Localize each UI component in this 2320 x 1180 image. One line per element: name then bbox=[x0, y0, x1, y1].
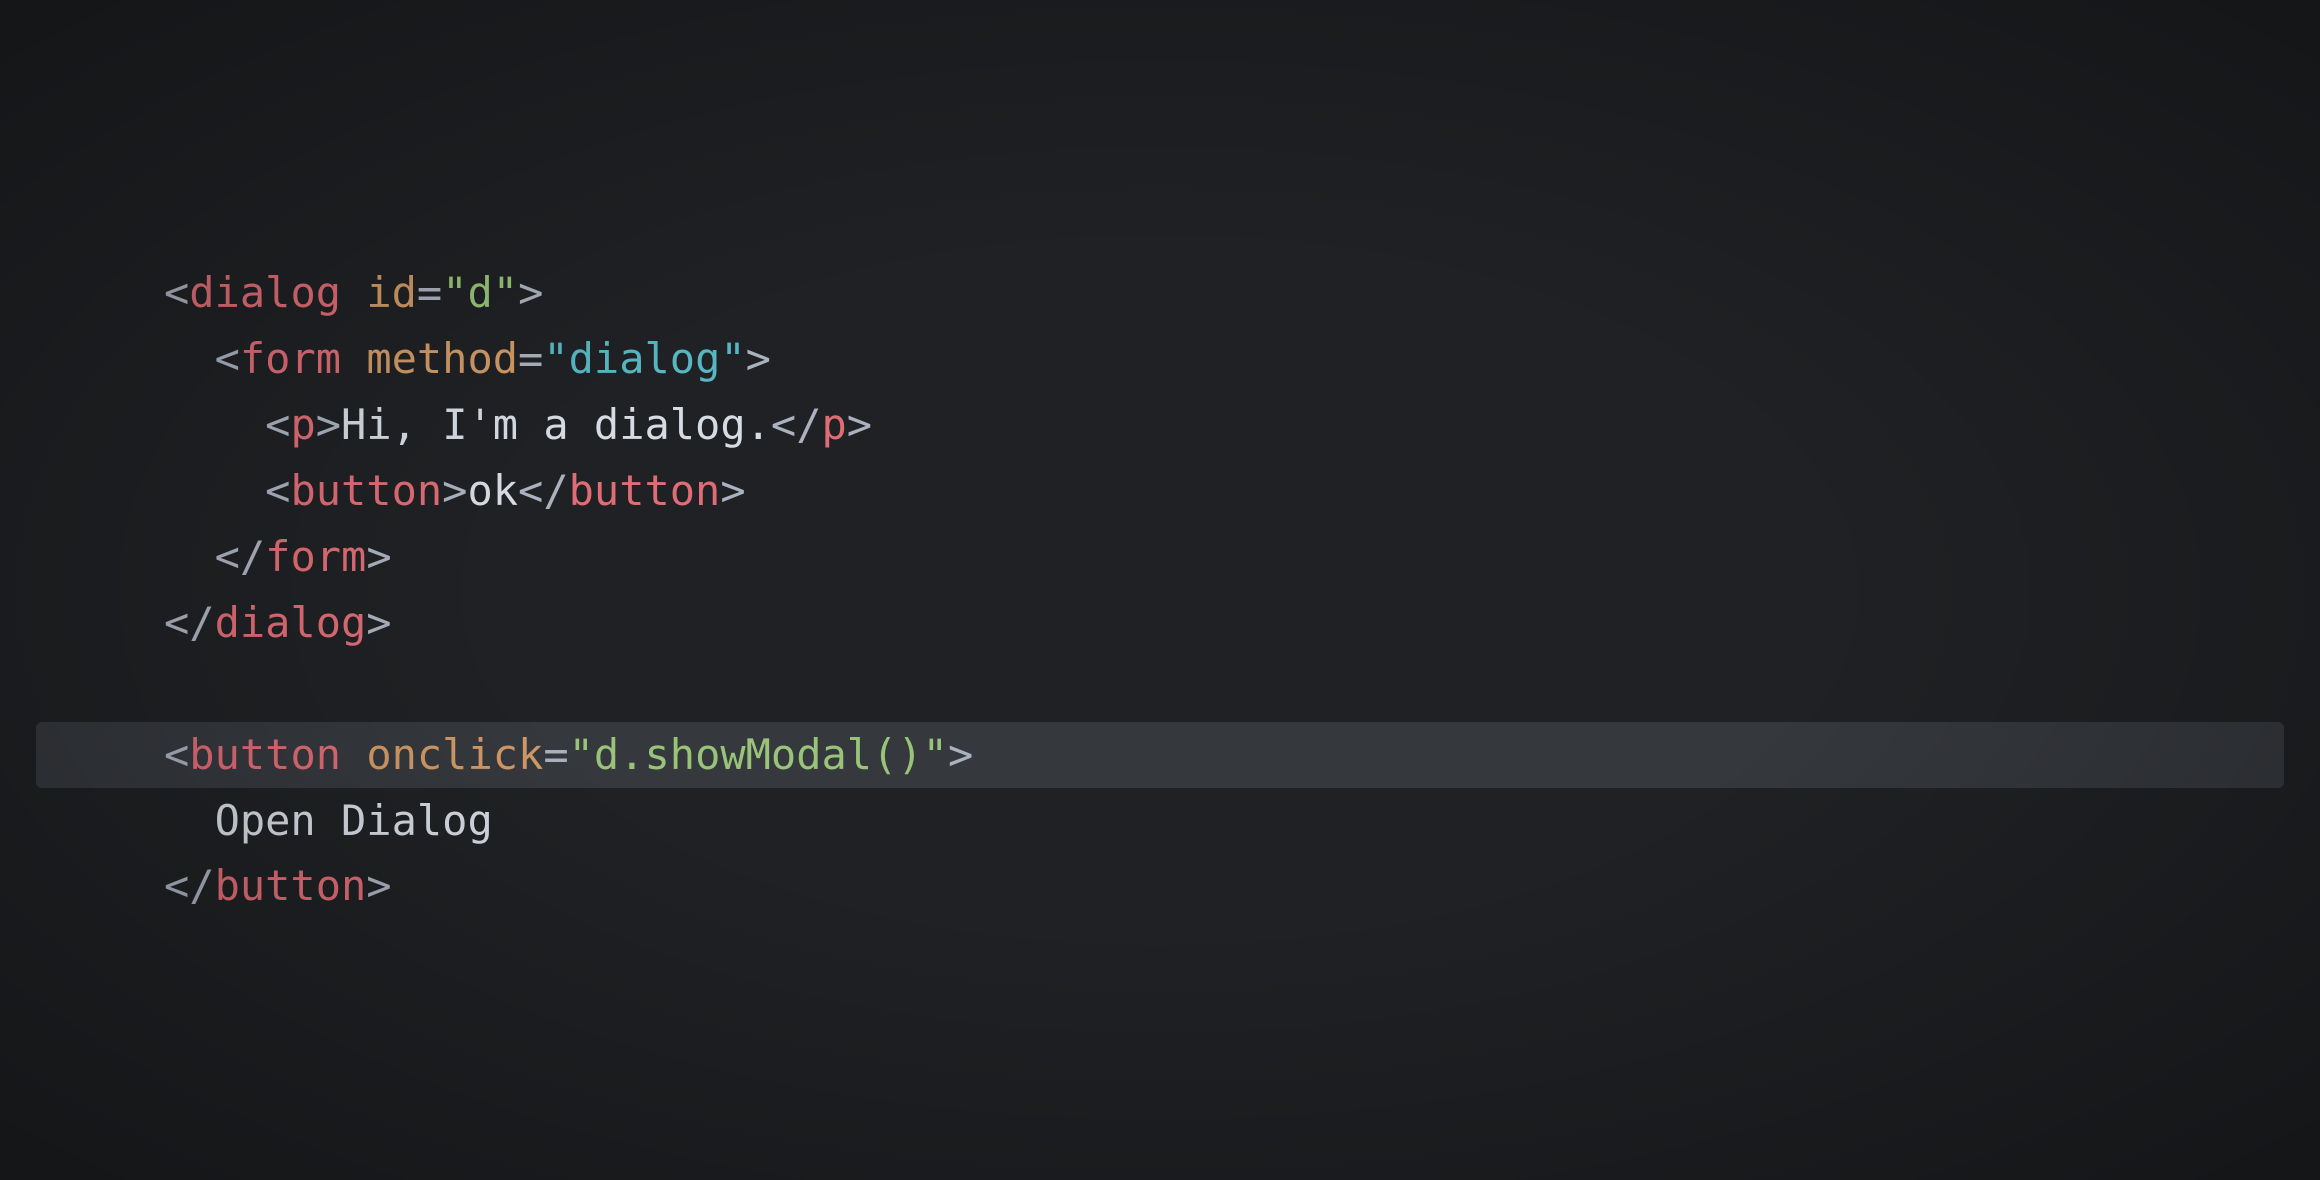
quote: " bbox=[569, 730, 594, 779]
tag-name: p bbox=[822, 400, 847, 449]
tag-name: dialog bbox=[189, 268, 341, 317]
attr-name: onclick bbox=[366, 730, 543, 779]
code-line: </dialog> bbox=[36, 590, 2284, 656]
angle-bracket: < bbox=[164, 268, 189, 317]
tag-name: form bbox=[240, 334, 341, 383]
code-line: </form> bbox=[36, 524, 2284, 590]
text-content: Open Dialog bbox=[215, 796, 493, 845]
equals: = bbox=[417, 268, 442, 317]
code-line-blank bbox=[36, 656, 2284, 722]
attr-value: dialog bbox=[569, 334, 721, 383]
angle-bracket: > bbox=[316, 400, 341, 449]
tag-name: dialog bbox=[215, 598, 367, 647]
angle-bracket: > bbox=[847, 400, 872, 449]
quote: " bbox=[543, 334, 568, 383]
tag-name: button bbox=[189, 730, 341, 779]
quote: " bbox=[493, 268, 518, 317]
code-line: <dialog id="d"> bbox=[36, 260, 2284, 326]
attr-value: d bbox=[467, 268, 492, 317]
code-line-highlighted: <button onclick="d.showModal()"> bbox=[36, 722, 2284, 788]
tag-name: form bbox=[265, 532, 366, 581]
angle-bracket: > bbox=[366, 532, 391, 581]
angle-bracket: < bbox=[265, 400, 290, 449]
code-line: <button>ok</button> bbox=[36, 458, 2284, 524]
code-line: </button> bbox=[36, 853, 2284, 919]
text-content: ok bbox=[467, 466, 518, 515]
tag-name: button bbox=[290, 466, 442, 515]
angle-bracket: </ bbox=[215, 532, 266, 581]
quote: " bbox=[442, 268, 467, 317]
angle-bracket: </ bbox=[164, 861, 215, 910]
tag-name: button bbox=[569, 466, 721, 515]
angle-bracket: </ bbox=[164, 598, 215, 647]
tag-name: button bbox=[215, 861, 367, 910]
angle-bracket: > bbox=[366, 598, 391, 647]
angle-bracket: > bbox=[948, 730, 973, 779]
attr-value: d.showModal() bbox=[594, 730, 923, 779]
quote: " bbox=[720, 334, 745, 383]
quote: " bbox=[923, 730, 948, 779]
angle-bracket: > bbox=[366, 861, 391, 910]
code-line: Open Dialog bbox=[36, 788, 2284, 854]
equals: = bbox=[543, 730, 568, 779]
code-line: <p>Hi, I'm a dialog.</p> bbox=[36, 392, 2284, 458]
equals: = bbox=[518, 334, 543, 383]
code-line: <form method="dialog"> bbox=[36, 326, 2284, 392]
angle-bracket: < bbox=[265, 466, 290, 515]
attr-name: id bbox=[366, 268, 417, 317]
code-editor[interactable]: <dialog id="d"> <form method="dialog"> <… bbox=[36, 260, 2284, 919]
angle-bracket: </ bbox=[518, 466, 569, 515]
attr-name: method bbox=[366, 334, 518, 383]
angle-bracket: > bbox=[746, 334, 771, 383]
angle-bracket: > bbox=[442, 466, 467, 515]
angle-bracket: </ bbox=[771, 400, 822, 449]
angle-bracket: > bbox=[518, 268, 543, 317]
angle-bracket: > bbox=[720, 466, 745, 515]
tag-name: p bbox=[290, 400, 315, 449]
angle-bracket: < bbox=[164, 730, 189, 779]
text-content: Hi, I'm a dialog. bbox=[341, 400, 771, 449]
angle-bracket: < bbox=[215, 334, 240, 383]
